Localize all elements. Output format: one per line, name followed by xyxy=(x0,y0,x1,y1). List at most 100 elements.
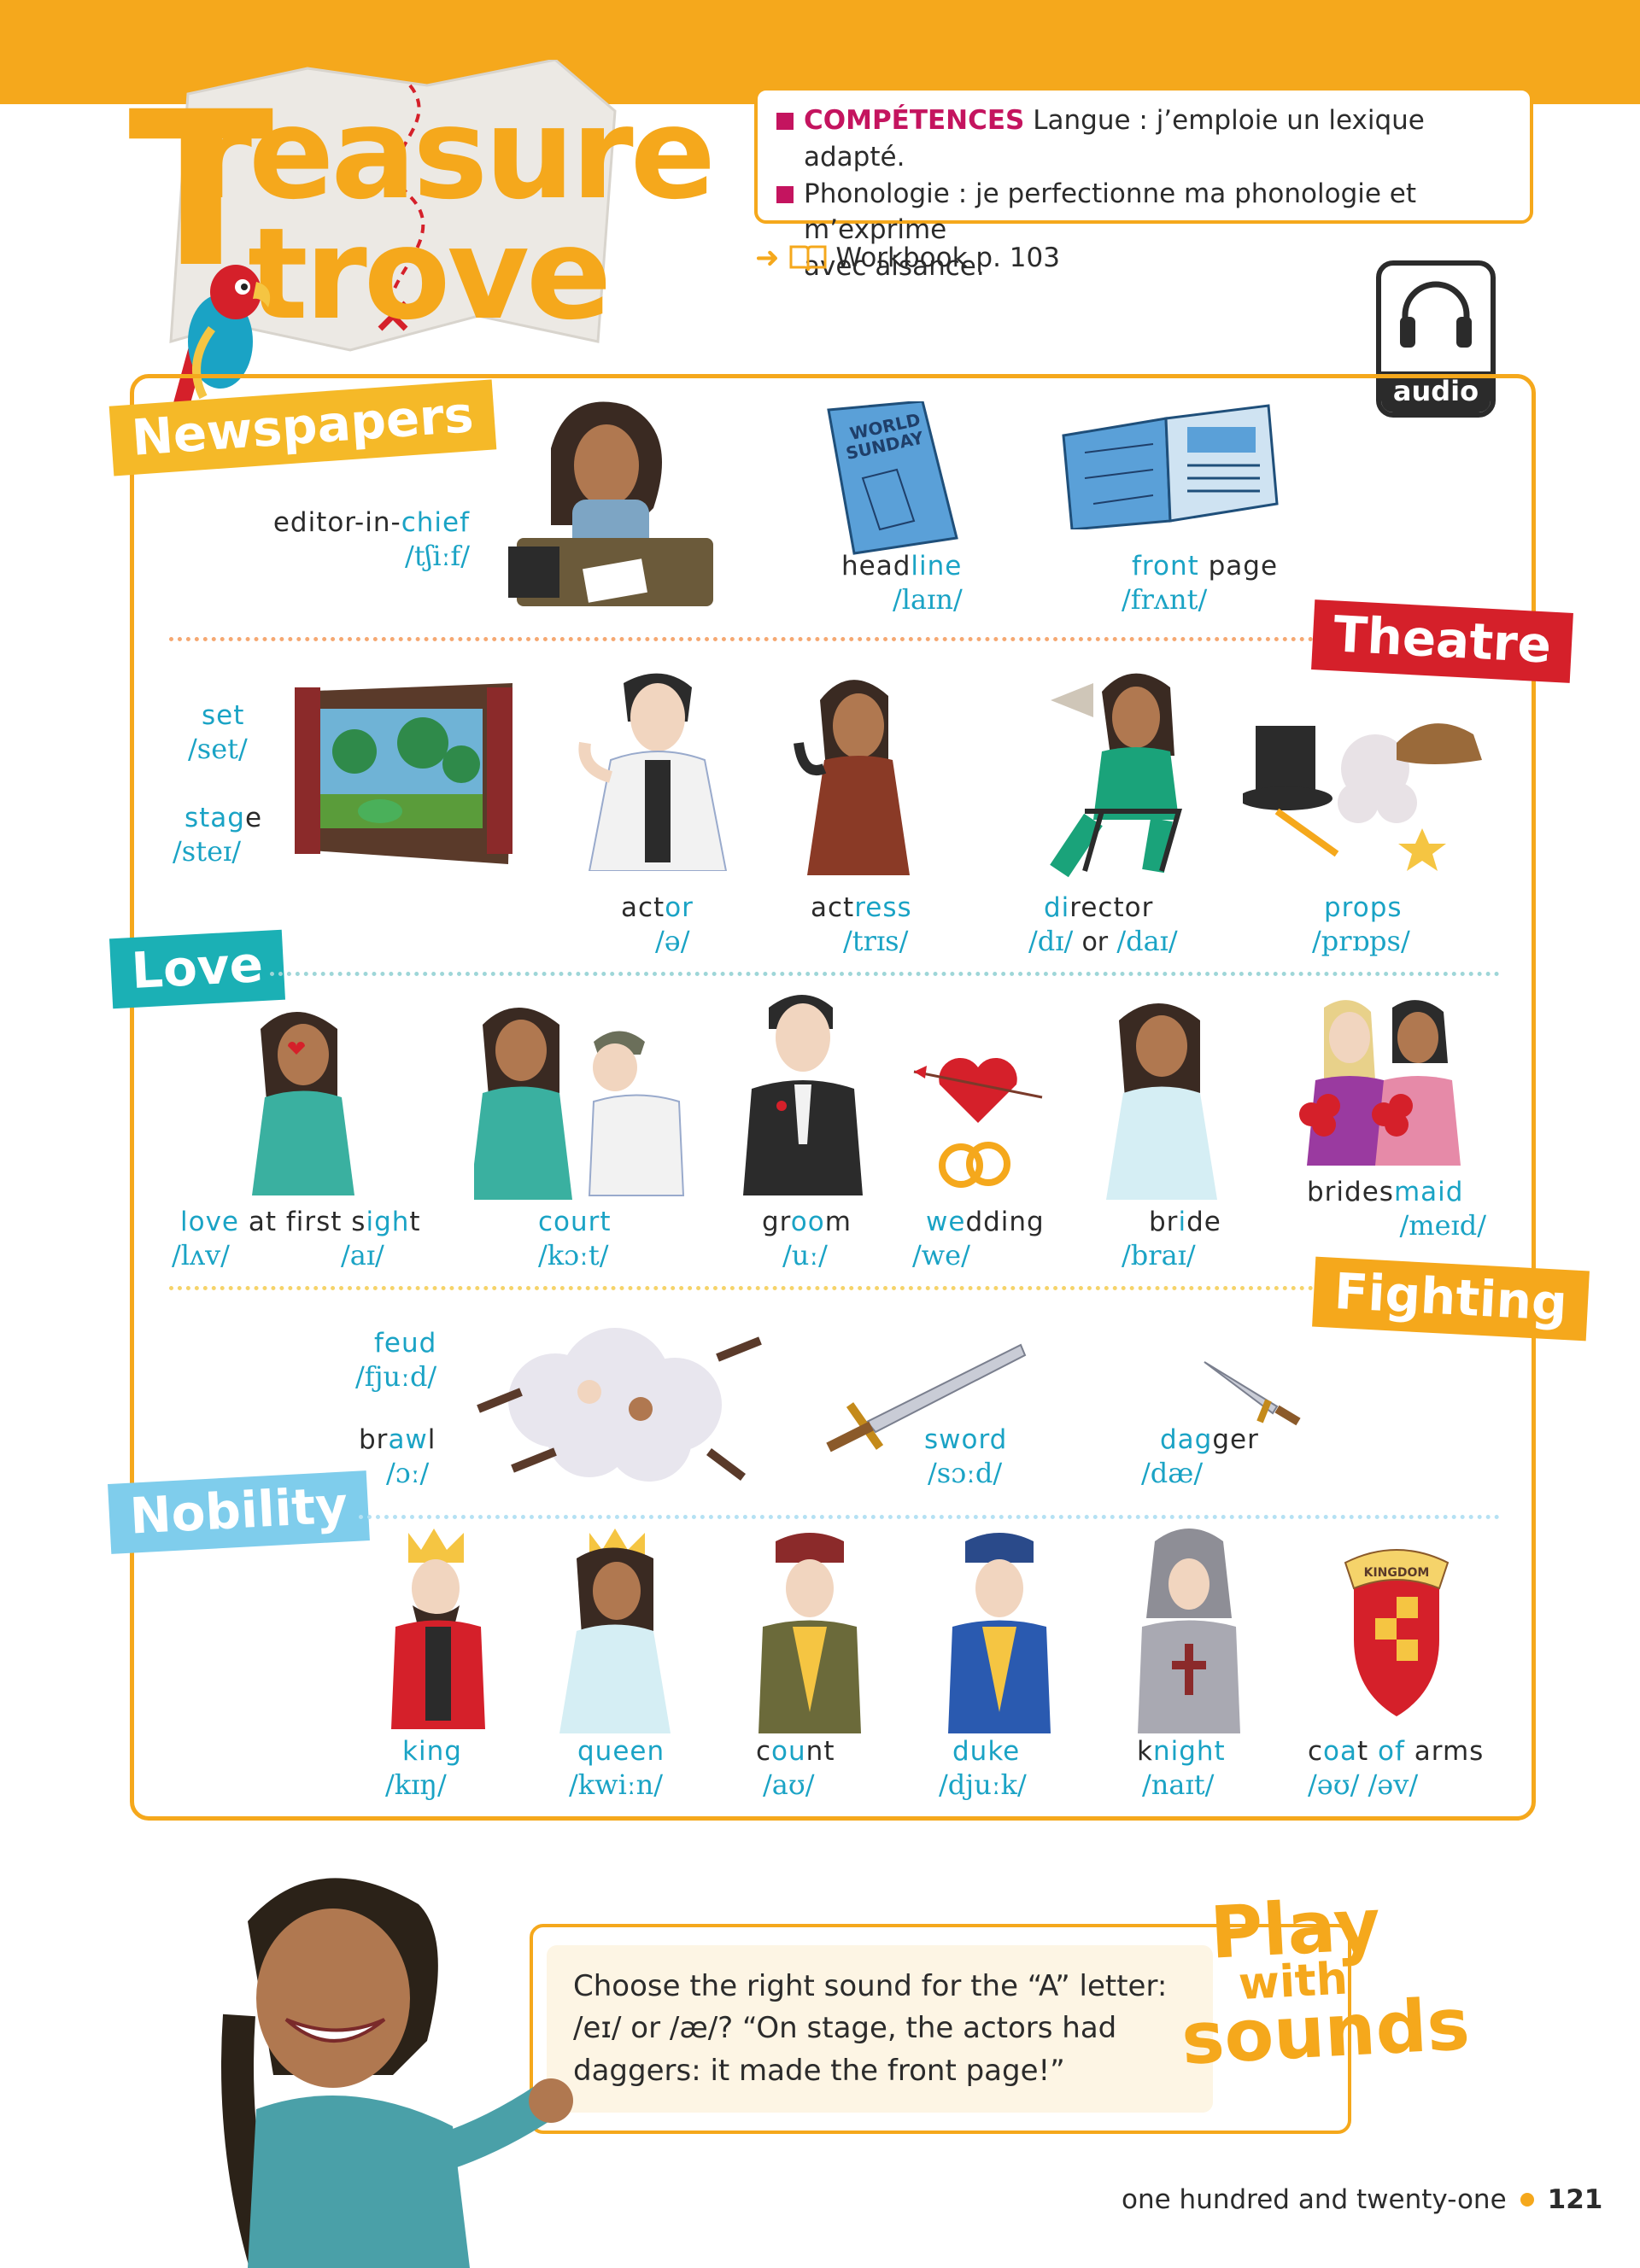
vocab-stage: stage /steɪ/ xyxy=(173,803,263,868)
sounds-word: sounds xyxy=(1179,1982,1472,2082)
word-part: dding xyxy=(965,1207,1045,1237)
shield-banner-text: KINGDOM xyxy=(1364,1566,1430,1580)
love-at-first-sight-illustration xyxy=(252,1012,354,1195)
vocab-bride: bride /braɪ/ xyxy=(1122,1207,1221,1271)
word-highlight: court xyxy=(538,1207,612,1237)
sound-line-1: Choose the right sound for the “A” lette… xyxy=(573,1969,1168,2003)
word-highlight: or xyxy=(665,892,694,923)
brawl-illustration xyxy=(477,1328,762,1482)
separator-nobility xyxy=(359,1515,1500,1519)
ipa: /sɔːd/ xyxy=(928,1457,1003,1489)
section-tag-fighting: Fighting xyxy=(1312,1256,1590,1342)
word-part: l xyxy=(427,1424,436,1455)
vocab-groom: groom /uː/ xyxy=(762,1207,852,1271)
workbook-reference[interactable]: ➜ Workbook p. 103 xyxy=(755,241,1060,275)
actress-illustration xyxy=(794,680,910,875)
word-highlight: duke xyxy=(952,1736,1021,1767)
ipa: /meɪd/ xyxy=(1399,1209,1486,1242)
word-part: act xyxy=(811,892,855,923)
vocab-sword: sword /sɔːd/ xyxy=(924,1424,1007,1489)
ipa: /naɪt/ xyxy=(1142,1768,1215,1801)
court-illustration xyxy=(474,1008,685,1200)
separator-fighting xyxy=(169,1286,1314,1290)
word-part: brides xyxy=(1307,1177,1394,1207)
page-number-words: one hundred and twenty-one xyxy=(1122,2184,1507,2215)
ipa: /dɪ/ xyxy=(1028,925,1074,957)
bridesmaid-illustration xyxy=(1299,1000,1461,1166)
word-highlight: love xyxy=(180,1207,239,1237)
section-tag-love: Love xyxy=(108,929,285,1009)
vocab-brawl: brawl /ɔː/ xyxy=(359,1424,436,1489)
ipa: /kɪŋ/ xyxy=(385,1768,447,1801)
word-part: c xyxy=(1308,1736,1324,1767)
ipa: /fjuːd/ xyxy=(355,1360,437,1393)
word-part: at first s xyxy=(239,1207,366,1237)
vocab-wedding: wedding /we/ xyxy=(912,1207,1045,1271)
word-part: arms xyxy=(1404,1736,1485,1767)
vocab-bridesmaid: bridesmaid /meɪd/ xyxy=(1307,1177,1486,1242)
director-illustration xyxy=(1050,673,1182,878)
ipa: /prɒps/ xyxy=(1312,925,1410,957)
ipa: /trɪs/ xyxy=(843,925,909,957)
word-highlight: line xyxy=(911,551,963,582)
word-highlight: oa xyxy=(1323,1736,1358,1767)
word-highlight: night xyxy=(1152,1736,1226,1767)
vocab-queen: queen /kwiːn/ xyxy=(569,1736,665,1801)
word-highlight: aw xyxy=(388,1424,428,1455)
ipa: /aɪ/ xyxy=(340,1239,384,1271)
word-highlight: feud xyxy=(374,1328,437,1359)
play-with-sounds-text: Choose the right sound for the “A” lette… xyxy=(573,1966,1171,2092)
vocab-editor-in-chief: editor-in-chief /tʃiːf/ xyxy=(239,507,470,572)
section-tag-theatre: Theatre xyxy=(1311,599,1573,683)
ipa: /djuːk/ xyxy=(939,1768,1027,1801)
word-part: k xyxy=(1137,1736,1153,1767)
bullet-square-icon xyxy=(776,113,794,130)
vocab-court: court /kɔːt/ xyxy=(538,1207,612,1271)
workbook-label: Workbook p. 103 xyxy=(835,243,1060,273)
bullet-square-icon xyxy=(776,185,794,203)
ipa: /dæ/ xyxy=(1141,1457,1204,1489)
vocab-knight: knight /naɪt/ xyxy=(1137,1736,1226,1801)
ipa: /we/ xyxy=(912,1239,970,1271)
editor-illustration xyxy=(508,401,713,606)
sound-line-3: daggers: it made the front page!” xyxy=(573,2053,1065,2088)
front-page-illustration xyxy=(1062,404,1279,529)
ipa: /steɪ/ xyxy=(173,835,242,868)
wedding-illustration xyxy=(913,1057,1043,1188)
word-part: e xyxy=(244,803,263,833)
queen-illustration xyxy=(559,1529,671,1733)
girl-mascot-illustration xyxy=(221,1878,573,2268)
word-part: nt xyxy=(805,1736,835,1767)
competence-phonology-text-1: Phonologie : je perfectionne ma phonolog… xyxy=(804,178,1417,246)
word-highlight: queen xyxy=(577,1736,665,1767)
groom-illustration xyxy=(743,995,863,1195)
word-part: t xyxy=(409,1207,421,1237)
word-highlight: set xyxy=(202,700,245,731)
word-highlight: king xyxy=(402,1736,462,1767)
word-part: br xyxy=(359,1424,389,1455)
page-footer: one hundred and twenty-one 121 xyxy=(1122,2184,1602,2215)
word-part: gr xyxy=(762,1207,791,1237)
stage-set-illustration xyxy=(295,683,512,864)
separator-love xyxy=(270,972,1500,976)
vocab-king: king /kɪŋ/ xyxy=(385,1736,462,1801)
competences-box: COMPÉTENCES Langue : j’emploie un lexiqu… xyxy=(754,87,1533,282)
duke-illustration xyxy=(948,1533,1051,1733)
competences-label: COMPÉTENCES xyxy=(804,105,1025,136)
word-highlight: of xyxy=(1378,1736,1405,1767)
footer-dot-icon xyxy=(1520,2193,1534,2207)
vocab-set: set /set/ xyxy=(188,700,248,765)
arrow-right-icon: ➜ xyxy=(755,241,780,275)
word-part: br xyxy=(1149,1207,1179,1237)
word-highlight: igh xyxy=(366,1207,410,1237)
ipa: /braɪ/ xyxy=(1122,1239,1196,1271)
word-highlight: front xyxy=(1132,551,1199,582)
vocab-props: props /prɒps/ xyxy=(1312,892,1410,957)
newspaper-illustration: WORLD SUNDAY xyxy=(827,401,958,555)
vocab-coat-of-arms: coat of arms /əʊ/ /əv/ xyxy=(1308,1736,1484,1801)
word-part: t xyxy=(1357,1736,1379,1767)
play-with-sounds-title: Play with sounds xyxy=(1174,1882,1472,2082)
word-part: act xyxy=(621,892,665,923)
word-part: de xyxy=(1186,1207,1221,1237)
word-highlight: chief xyxy=(401,507,470,538)
